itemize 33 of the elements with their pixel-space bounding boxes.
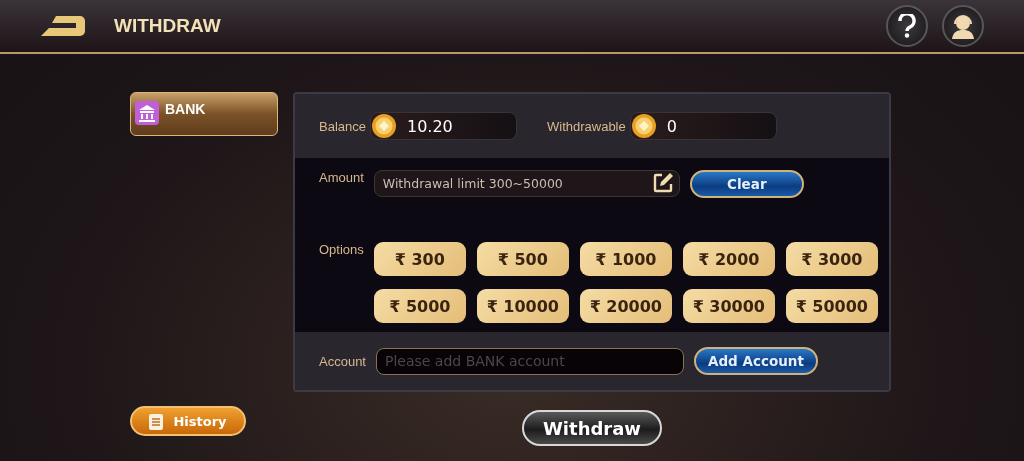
amount-option[interactable]: ₹ 2000	[682, 242, 775, 276]
clear-button[interactable]: Clear	[689, 170, 804, 198]
add-account-button[interactable]: Add Account	[694, 347, 818, 375]
amount-field[interactable]: Withdrawal limit 300~50000	[373, 170, 680, 197]
options-label: Options	[319, 242, 364, 259]
amount-option[interactable]: ₹ 50000	[785, 289, 878, 323]
amount-option[interactable]: ₹ 500	[476, 242, 569, 276]
amount-option[interactable]: ₹ 300	[373, 242, 466, 276]
withdraw-button[interactable]: Withdraw	[522, 410, 662, 446]
amount-option[interactable]: ₹ 1000	[579, 242, 672, 276]
amount-option[interactable]: ₹ 3000	[785, 242, 878, 276]
support-button[interactable]	[942, 5, 984, 47]
help-button[interactable]	[886, 5, 928, 47]
account-label: Account	[319, 353, 366, 369]
page-title: WITHDRAW	[114, 15, 222, 37]
amount-label: Amount	[319, 170, 364, 185]
balance-field: 10.20	[370, 112, 517, 140]
amount-option[interactable]: ₹ 10000	[476, 289, 569, 323]
balance-label: Balance	[319, 118, 366, 134]
account-field[interactable]: Please add BANK account	[376, 347, 684, 375]
amount-option[interactable]: ₹ 30000	[682, 289, 775, 323]
withdrawable-label: Withdrawable	[547, 118, 626, 134]
bank-tab[interactable]: BANK	[130, 92, 278, 136]
withdrawable-field: 0	[629, 112, 777, 140]
clipboard-icon	[149, 412, 164, 430]
bank-icon	[135, 101, 159, 125]
coin-icon	[630, 113, 657, 139]
question-mark-icon	[897, 14, 917, 38]
amount-option[interactable]: ₹ 20000	[579, 289, 672, 323]
coin-icon	[371, 113, 397, 139]
amount-option[interactable]: ₹ 5000	[373, 289, 466, 323]
back-arrow-icon[interactable]	[40, 15, 86, 37]
edit-icon[interactable]	[651, 172, 674, 194]
